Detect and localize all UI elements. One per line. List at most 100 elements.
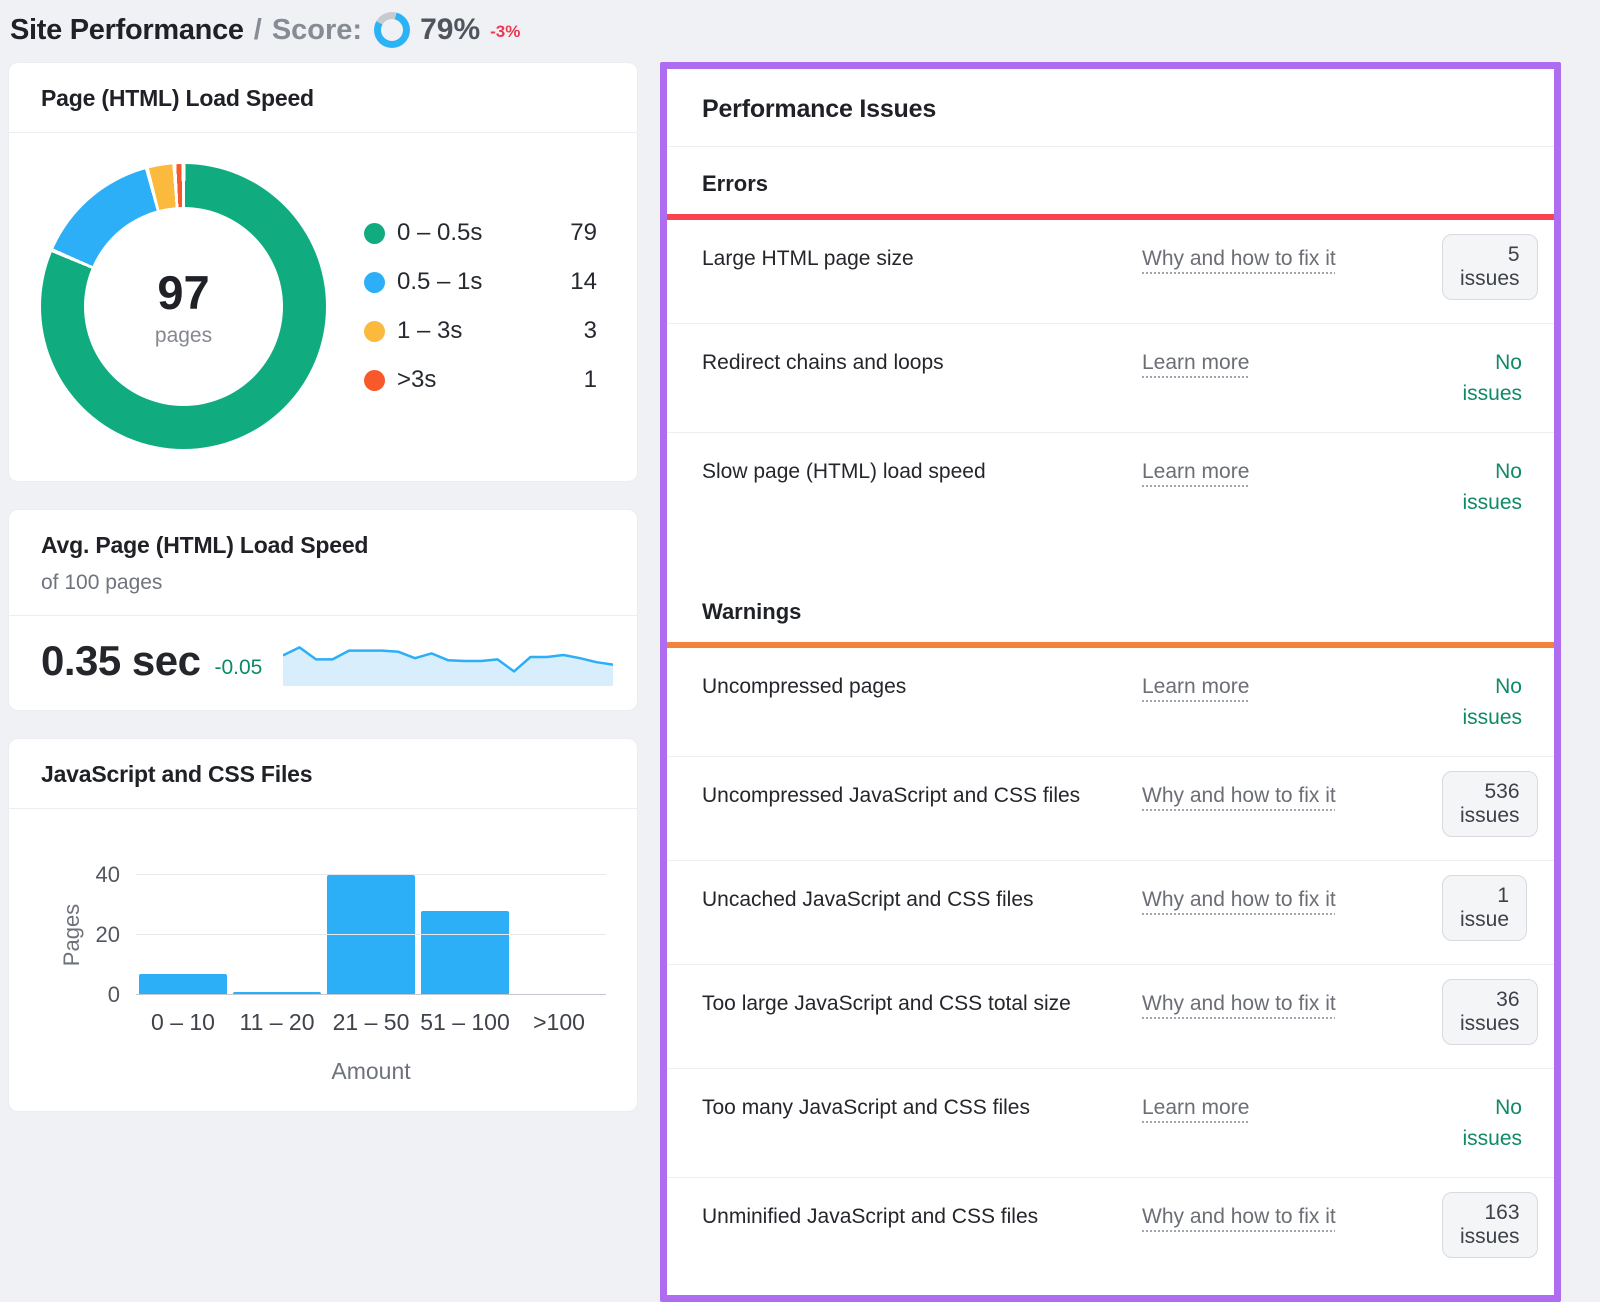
score-value: 79% <box>420 13 480 47</box>
score-ring-icon <box>374 12 410 48</box>
load-speed-donut-chart: 97 pages <box>41 164 326 449</box>
gridline <box>136 874 606 875</box>
panel-title: Performance Issues <box>667 69 1554 146</box>
issues-section: Warnings Uncompressed pages Learn more N… <box>667 575 1554 1281</box>
issues-count-button[interactable]: 536 issues <box>1442 771 1538 837</box>
issue-row: Too large JavaScript and CSS total size … <box>667 964 1554 1068</box>
donut-legend: 0 – 0.5s 79 0.5 – 1s 14 1 – 3s 3 >3s 1 <box>364 219 609 394</box>
issues-sections: Errors Large HTML page size Why and how … <box>667 147 1554 1281</box>
x-axis-label: Amount <box>136 1058 606 1085</box>
x-tick-label: 0 – 10 <box>136 1009 230 1036</box>
legend-value: 14 <box>525 268 609 296</box>
issue-label: Unminified JavaScript and CSS files <box>702 1201 1142 1232</box>
card-header: Avg. Page (HTML) Load Speed of 100 pages <box>9 510 637 616</box>
x-tick-label: 21 – 50 <box>324 1009 418 1036</box>
y-tick-label: 0 <box>108 982 120 1008</box>
legend-item: 1 – 3s 3 <box>364 317 609 345</box>
score-label: Score: <box>272 14 362 47</box>
issue-status: 163 issues <box>1442 1201 1538 1258</box>
card-subtitle: of 100 pages <box>41 571 605 595</box>
issue-status: No issues <box>1442 347 1522 409</box>
legend-dot-icon <box>364 321 385 342</box>
page-title: Site Performance <box>10 14 244 47</box>
issue-label: Too large JavaScript and CSS total size <box>702 988 1142 1019</box>
issue-status: No issues <box>1442 671 1522 733</box>
issue-help-link[interactable]: Why and how to fix it <box>1142 884 1442 915</box>
issue-row: Slow page (HTML) load speed Learn more N… <box>667 432 1554 541</box>
issue-label: Uncompressed JavaScript and CSS files <box>702 780 1142 811</box>
gridline <box>136 994 606 995</box>
issue-help-link[interactable]: Why and how to fix it <box>1142 1201 1442 1232</box>
issue-row: Uncompressed pages Learn more No issues <box>667 648 1554 756</box>
issue-help-link[interactable]: Learn more <box>1142 456 1442 487</box>
legend-label: >3s <box>397 366 525 394</box>
issues-count-button[interactable]: 1 issue <box>1442 875 1527 941</box>
card-title: Page (HTML) Load Speed <box>41 85 605 112</box>
issues-count-button[interactable]: 36 issues <box>1442 979 1538 1045</box>
issue-help-link[interactable]: Learn more <box>1142 1092 1442 1123</box>
bar <box>421 911 509 995</box>
legend-label: 0.5 – 1s <box>397 268 525 296</box>
x-tick-label: 51 – 100 <box>418 1009 512 1036</box>
main-layout: Page (HTML) Load Speed 97 pages 0 – 0.5s… <box>0 62 1600 1302</box>
x-tick-labels: 0 – 1011 – 2021 – 5051 – 100>100 <box>136 1009 606 1036</box>
legend-item: 0.5 – 1s 14 <box>364 268 609 296</box>
issue-row: Uncompressed JavaScript and CSS files Wh… <box>667 756 1554 860</box>
legend-value: 79 <box>525 219 609 247</box>
bar-series <box>136 849 606 995</box>
no-issues-label: No issues <box>1462 351 1522 405</box>
bar-slot <box>324 849 418 995</box>
gridline <box>136 934 606 935</box>
no-issues-label: No issues <box>1462 675 1522 729</box>
issue-row: Too many JavaScript and CSS files Learn … <box>667 1068 1554 1177</box>
issue-status: 1 issue <box>1442 884 1527 941</box>
breadcrumb-separator: / <box>254 14 262 47</box>
avg-speed-value: 0.35 sec <box>41 637 201 685</box>
load-speed-sparkline-chart <box>283 636 613 686</box>
issue-status: 5 issues <box>1442 243 1538 300</box>
card-header: Page (HTML) Load Speed <box>9 63 637 133</box>
section-name: Errors <box>667 147 1554 214</box>
page-header: Site Performance / Score: 79% -3% <box>0 0 1600 62</box>
bar-chart-plot: 02040 <box>136 849 606 995</box>
issue-rows: Uncompressed pages Learn more No issues … <box>667 648 1554 1281</box>
avg-speed-body: 0.35 sec -0.05 <box>9 616 637 710</box>
x-tick-label: >100 <box>512 1009 606 1036</box>
bar-chart-body: Pages 02040 0 – 1011 – 2021 – 5051 – 100… <box>9 809 637 1111</box>
issues-section: Errors Large HTML page size Why and how … <box>667 147 1554 541</box>
bar <box>139 974 227 995</box>
issue-label: Redirect chains and loops <box>702 347 1142 378</box>
donut-chart-body: 97 pages 0 – 0.5s 79 0.5 – 1s 14 1 – 3s … <box>9 133 637 481</box>
avg-load-speed-card: Avg. Page (HTML) Load Speed of 100 pages… <box>8 509 638 711</box>
legend-dot-icon <box>364 272 385 293</box>
legend-label: 0 – 0.5s <box>397 219 525 247</box>
donut-center-label: pages <box>155 324 212 348</box>
bar-slot <box>136 849 230 995</box>
issues-count-button[interactable]: 5 issues <box>1442 234 1538 300</box>
donut-center-value: 97 <box>157 265 209 320</box>
issue-help-link[interactable]: Why and how to fix it <box>1142 780 1442 811</box>
score-delta-badge: -3% <box>490 22 520 42</box>
issues-count-button[interactable]: 163 issues <box>1442 1192 1538 1258</box>
y-axis-label: Pages <box>59 904 85 966</box>
legend-value: 1 <box>525 366 609 394</box>
performance-issues-panel: Performance Issues Errors Large HTML pag… <box>660 62 1561 1302</box>
bar-slot <box>230 849 324 995</box>
donut-center: 97 pages <box>84 207 283 406</box>
issue-row: Redirect chains and loops Learn more No … <box>667 323 1554 432</box>
issue-label: Large HTML page size <box>702 243 1142 274</box>
issue-label: Uncompressed pages <box>702 671 1142 702</box>
issue-label: Too many JavaScript and CSS files <box>702 1092 1142 1123</box>
legend-item: 0 – 0.5s 79 <box>364 219 609 247</box>
legend-dot-icon <box>364 223 385 244</box>
legend-value: 3 <box>525 317 609 345</box>
issue-help-link[interactable]: Learn more <box>1142 347 1442 378</box>
issue-help-link[interactable]: Why and how to fix it <box>1142 988 1442 1019</box>
y-tick-label: 20 <box>96 922 120 948</box>
issue-help-link[interactable]: Learn more <box>1142 671 1442 702</box>
no-issues-label: No issues <box>1462 460 1522 514</box>
issue-row: Unminified JavaScript and CSS files Why … <box>667 1177 1554 1281</box>
issue-help-link[interactable]: Why and how to fix it <box>1142 243 1442 274</box>
issue-status: No issues <box>1442 1092 1522 1154</box>
avg-speed-delta: -0.05 <box>215 656 263 680</box>
